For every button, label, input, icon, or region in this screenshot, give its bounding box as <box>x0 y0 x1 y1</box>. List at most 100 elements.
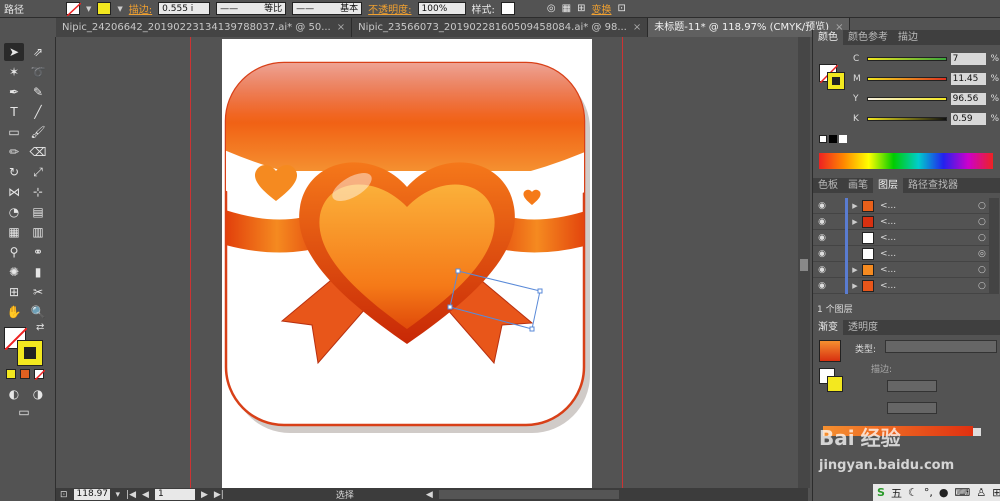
draw-normal-icon[interactable]: ◐ <box>4 385 24 403</box>
selection-handle[interactable] <box>455 268 461 274</box>
color-spectrum[interactable] <box>819 153 993 169</box>
stroke-swatch[interactable] <box>97 2 112 15</box>
close-icon[interactable]: × <box>337 18 345 37</box>
gradient-preview[interactable] <box>819 340 841 362</box>
column-graph-icon[interactable]: ▮ <box>28 263 48 281</box>
canvas-area[interactable] <box>56 37 808 488</box>
close-icon[interactable]: × <box>633 18 641 37</box>
target-icon[interactable]: ○ <box>978 233 986 243</box>
first-page-icon[interactable]: |◀ <box>126 490 136 500</box>
opacity-input[interactable]: 100% <box>417 2 466 15</box>
target-icon[interactable]: ◎ <box>978 249 986 259</box>
align-icon[interactable]: ▦ <box>562 3 571 14</box>
layer-row[interactable]: ◉ ▶ <... ○ <box>813 261 989 278</box>
recolor-icon[interactable]: ◎ <box>547 3 556 14</box>
magenta-track[interactable] <box>866 77 947 81</box>
magenta-slider[interactable]: M 11.45% <box>853 72 999 86</box>
tab-transparency[interactable]: 透明度 <box>843 320 883 335</box>
cyan-input[interactable]: 7 <box>950 53 987 65</box>
tab-color[interactable]: 颜色 <box>813 30 843 45</box>
eye-icon[interactable]: ◉ <box>813 201 831 211</box>
type-tool-icon[interactable]: T <box>4 103 24 121</box>
target-icon[interactable]: ○ <box>978 281 986 291</box>
gradient-mode-icon[interactable] <box>20 369 30 379</box>
layer-row[interactable]: ◉ ▶ <... ○ <box>813 277 989 294</box>
tab-color-guide[interactable]: 颜色参考 <box>843 30 893 45</box>
stroke-profile-select[interactable]: —— 等比 <box>216 2 287 15</box>
expand-arrow-icon[interactable]: ▶ <box>848 202 862 210</box>
black-input[interactable]: 0.59 <box>950 113 987 125</box>
opacity-label[interactable]: 不透明度: <box>368 1 411 16</box>
mic-icon[interactable]: ● <box>939 486 949 499</box>
blend-icon[interactable]: ⚭ <box>28 243 48 261</box>
gradient-stop[interactable] <box>973 428 981 436</box>
hand-tool-icon[interactable]: ✋ <box>4 303 24 321</box>
status-mode[interactable]: 选择 <box>336 488 354 501</box>
panel-stroke-box[interactable] <box>827 72 845 90</box>
stroke-color-box[interactable] <box>17 340 43 366</box>
tab-document-1[interactable]: Nipic_24206642_20190223134139788037.ai* … <box>56 18 353 37</box>
expand-arrow-icon[interactable]: ▶ <box>848 218 862 226</box>
transform-label[interactable]: 变换 <box>591 1 611 16</box>
fill-swatch[interactable] <box>66 2 81 16</box>
stroke-label[interactable]: 描边: <box>129 1 152 16</box>
punctuation-icon[interactable]: °, <box>924 486 933 499</box>
moon-icon[interactable]: ☾ <box>908 486 918 499</box>
artboard[interactable] <box>222 39 592 488</box>
zoom-dropdown-icon[interactable]: ▾ <box>116 490 121 500</box>
magenta-input[interactable]: 11.45 <box>950 73 987 85</box>
arrange-icon[interactable]: ⊡ <box>617 3 625 14</box>
brush-select[interactable]: —— 基本 <box>292 2 363 15</box>
mesh-icon[interactable]: ▦ <box>4 223 24 241</box>
artboard-tool-icon[interactable]: ⊞ <box>4 283 24 301</box>
selection-tool-icon[interactable]: ➤ <box>4 43 24 61</box>
black-slider[interactable]: K 0.59% <box>853 112 999 126</box>
stroke-weight-input[interactable]: 0.555 i <box>158 2 211 15</box>
perspective-icon[interactable]: ▤ <box>28 203 48 221</box>
zoom-tool-icon[interactable]: 🔍 <box>28 303 48 321</box>
yellow-track[interactable] <box>866 97 947 101</box>
stroke-dropdown-icon[interactable]: ▼ <box>117 5 122 13</box>
screen-mode-icon[interactable]: ▭ <box>14 403 34 421</box>
eye-icon[interactable]: ◉ <box>813 233 831 243</box>
tab-swatches[interactable]: 色板 <box>813 178 843 193</box>
cyan-track[interactable] <box>866 57 947 61</box>
color-mode-icon[interactable] <box>6 369 16 379</box>
icon-artwork[interactable] <box>222 39 592 488</box>
layer-row[interactable]: ◉ <... ○ <box>813 229 989 246</box>
rectangle-tool-icon[interactable]: ▭ <box>4 123 24 141</box>
swap-icon[interactable]: ⇄ <box>36 322 44 333</box>
paintbrush-icon[interactable]: 🖌 <box>28 123 48 141</box>
last-page-icon[interactable]: ▶| <box>214 490 224 500</box>
symbol-sprayer-icon[interactable]: ✺ <box>4 263 24 281</box>
none-mode-icon[interactable] <box>34 369 46 381</box>
eye-icon[interactable]: ◉ <box>813 217 831 227</box>
target-icon[interactable]: ○ <box>978 265 986 275</box>
tab-layers[interactable]: 图层 <box>873 178 903 193</box>
tab-gradient[interactable]: 渐变 <box>813 320 843 335</box>
slice-icon[interactable]: ✂ <box>28 283 48 301</box>
expand-arrow-icon[interactable]: ▶ <box>848 282 862 290</box>
draw-behind-icon[interactable]: ◑ <box>28 385 48 403</box>
free-transform-icon[interactable]: ⊹ <box>28 183 48 201</box>
eye-icon[interactable]: ◉ <box>813 281 831 291</box>
fill-dropdown-icon[interactable]: ▼ <box>86 5 91 13</box>
curvature-icon[interactable]: ✎ <box>28 83 48 101</box>
gradient-aspect-input[interactable] <box>887 402 937 414</box>
layers-scrollbar[interactable] <box>989 198 999 294</box>
black-swatch[interactable] <box>829 135 837 143</box>
selection-handle[interactable] <box>447 304 453 310</box>
gradient-stroke-box[interactable] <box>827 376 843 392</box>
prev-page-icon[interactable]: ◀ <box>142 490 149 500</box>
target-icon[interactable]: ○ <box>978 201 986 211</box>
eraser-icon[interactable]: ⌫ <box>28 143 48 161</box>
tab-stroke[interactable]: 描边 <box>893 30 923 45</box>
target-icon[interactable]: ○ <box>978 217 986 227</box>
artboard-nav-icon[interactable]: ⊡ <box>60 490 68 500</box>
tab-document-2[interactable]: Nipic_23566073_20190228160509458084.ai* … <box>352 18 649 37</box>
layer-row[interactable]: ◉ ▶ <... ○ <box>813 213 989 230</box>
h-scroll-left-icon[interactable]: ◀ <box>426 490 433 500</box>
page-input[interactable]: 1 <box>154 489 195 500</box>
gradient-tool-icon[interactable]: ▥ <box>28 223 48 241</box>
magic-wand-icon[interactable]: ✶ <box>4 63 24 81</box>
